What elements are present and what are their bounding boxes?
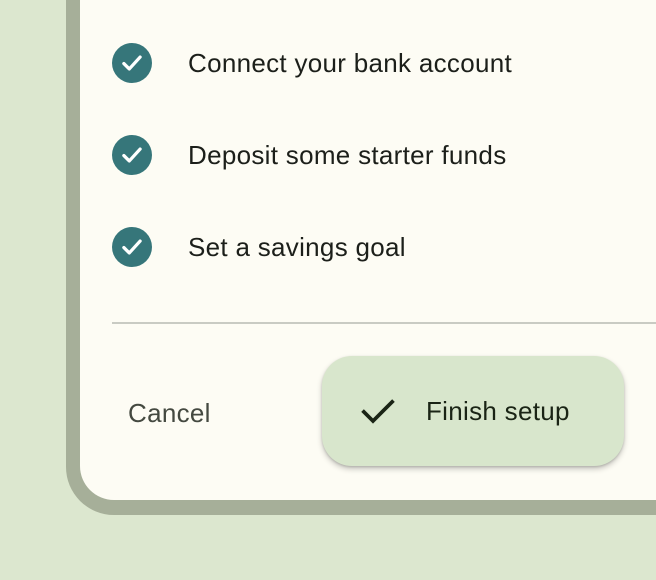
check-circle-icon [112,43,152,83]
cancel-button[interactable]: Cancel [108,386,231,440]
page: Connect your bank account Deposit some s… [0,0,656,580]
finish-setup-button[interactable]: Finish setup [322,356,624,466]
step-item-deposit-funds: Deposit some starter funds [112,135,507,175]
step-label: Deposit some starter funds [188,139,507,170]
check-icon [358,391,398,431]
step-item-savings-goal: Set a savings goal [112,227,406,267]
check-circle-icon [112,135,152,175]
step-item-connect-bank: Connect your bank account [112,43,512,83]
divider [112,322,656,324]
finish-setup-label: Finish setup [426,395,570,426]
step-label: Connect your bank account [188,47,513,78]
check-circle-icon [112,227,152,267]
step-label: Set a savings goal [188,231,406,262]
